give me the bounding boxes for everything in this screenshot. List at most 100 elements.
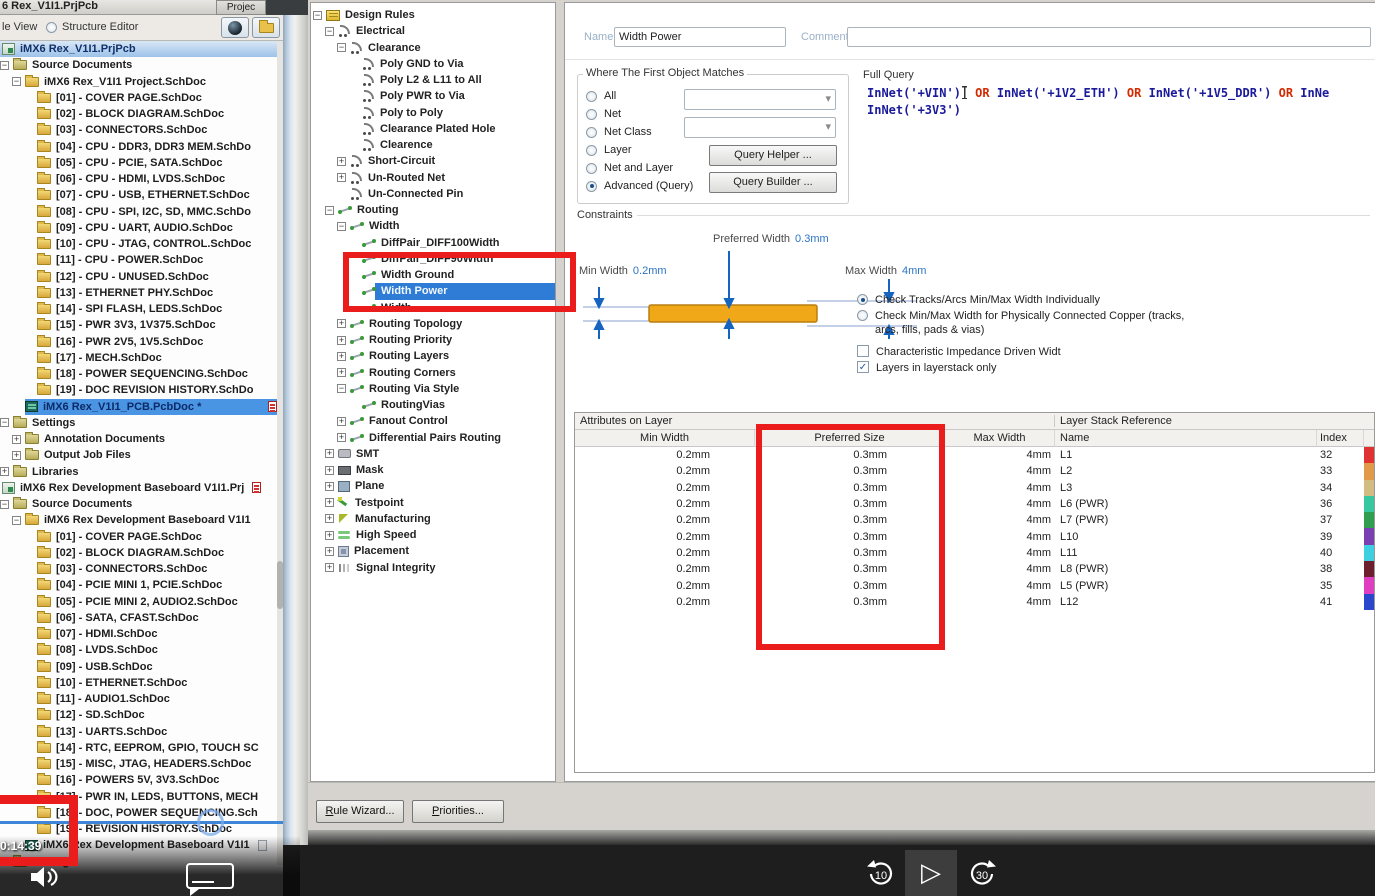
rule-tree-item[interactable]: Un-Connected Pin <box>311 186 555 202</box>
name-input[interactable] <box>614 27 786 47</box>
rule-tree-item[interactable]: +Testpoint <box>311 495 555 511</box>
radio-button[interactable] <box>586 145 597 156</box>
match-option[interactable]: Net and Layer <box>586 159 693 177</box>
tree-item[interactable]: [09] - USB.SchDoc <box>0 659 277 675</box>
match-option[interactable]: Layer <box>586 141 693 159</box>
comment-input[interactable] <box>847 27 1371 47</box>
rule-tree-item[interactable]: +Un-Routed Net <box>311 170 555 186</box>
net-class-dropdown[interactable] <box>684 117 836 138</box>
projects-toolbar-button[interactable] <box>221 17 249 38</box>
preferred-width-value[interactable]: 0.3mm <box>795 233 829 245</box>
tree-item[interactable]: [12] - CPU - UNUSED.SchDoc <box>0 269 277 285</box>
match-option[interactable]: Advanced (Query) <box>586 177 693 195</box>
constraint-check-option[interactable]: ✓Layers in layerstack only <box>857 361 1237 375</box>
rewind-10-button[interactable]: 10 <box>860 856 900 892</box>
rule-tree-item[interactable]: −Design Rules <box>311 7 555 23</box>
structure-editor-radio[interactable] <box>46 22 57 33</box>
rule-wizard-button[interactable]: Rule Wizard... <box>316 800 404 823</box>
table-row[interactable]: 0.2mm0.3mm4mmL334 <box>575 480 1374 496</box>
full-query-text[interactable]: InNet('+VIN') OR InNet('+1V2_ETH') OR In… <box>867 85 1375 119</box>
forward-30-button[interactable]: 30 <box>963 856 1003 892</box>
rule-tree-item[interactable]: −Routing <box>311 202 555 218</box>
table-row[interactable]: 0.2mm0.3mm4mmL6 (PWR)36 <box>575 496 1374 512</box>
tree-item[interactable]: [02] - BLOCK DIAGRAM.SchDoc <box>0 106 277 122</box>
table-row[interactable]: 0.2mm0.3mm4mmL132 <box>575 447 1374 463</box>
expand-toggle-icon[interactable]: − <box>325 27 334 36</box>
expand-toggle-icon[interactable]: + <box>325 449 334 458</box>
priorities-button[interactable]: Priorities... <box>412 800 504 823</box>
expand-toggle-icon[interactable]: + <box>325 466 334 475</box>
tree-item[interactable]: iMX6 Rex Development Baseboard V1I1.Prj <box>0 480 277 496</box>
match-option[interactable]: Net <box>586 105 693 123</box>
tree-item[interactable]: [13] - UARTS.SchDoc <box>0 724 277 740</box>
expand-toggle-icon[interactable]: + <box>325 547 334 556</box>
tree-item[interactable]: [10] - ETHERNET.SchDoc <box>0 675 277 691</box>
rule-tree-item[interactable]: −Routing Via Style <box>311 381 555 397</box>
tree-item[interactable]: [17] - MECH.SchDoc <box>0 350 277 366</box>
projects-panel-button[interactable]: Projec <box>216 0 266 15</box>
table-row[interactable]: 0.2mm0.3mm4mmL8 (PWR)38 <box>575 561 1374 577</box>
rule-tree-item[interactable]: Poly to Poly <box>311 105 555 121</box>
rule-tree-item[interactable]: +Signal Integrity <box>311 560 555 576</box>
expand-toggle-icon[interactable]: + <box>0 467 9 476</box>
tree-item[interactable]: [01] - COVER PAGE.SchDoc <box>0 529 277 545</box>
radio-button[interactable] <box>586 181 597 192</box>
tree-item[interactable]: [15] - MISC, JTAG, HEADERS.SchDoc <box>0 756 277 772</box>
radio-button[interactable] <box>586 109 597 120</box>
tree-item[interactable]: [18] - POWER SEQUENCING.SchDoc <box>0 366 277 382</box>
tree-item[interactable]: [05] - CPU - PCIE, SATA.SchDoc <box>0 155 277 171</box>
col-min-width[interactable]: Min Width <box>575 430 755 447</box>
play-button[interactable]: ▷ <box>905 850 957 896</box>
tree-item[interactable]: +Output Job Files <box>0 447 277 463</box>
rule-tree-item[interactable]: +Routing Topology <box>311 316 555 332</box>
radio-button[interactable] <box>857 294 868 305</box>
expand-toggle-icon[interactable]: + <box>12 435 21 444</box>
expand-toggle-icon[interactable]: + <box>337 173 346 182</box>
tree-item[interactable]: [11] - AUDIO1.SchDoc <box>0 691 277 707</box>
table-row[interactable]: 0.2mm0.3mm4mmL5 (PWR)35 <box>575 577 1374 593</box>
rule-tree-item[interactable]: Clearance Plated Hole <box>311 121 555 137</box>
rule-tree-item[interactable]: +Short-Circuit <box>311 153 555 169</box>
expand-toggle-icon[interactable]: + <box>337 417 346 426</box>
rule-tree-item[interactable]: +Plane <box>311 478 555 494</box>
expand-toggle-icon[interactable]: − <box>0 61 9 70</box>
rule-tree-item[interactable]: +Routing Corners <box>311 365 555 381</box>
checkbox[interactable]: ✓ <box>857 361 869 373</box>
rule-tree-item[interactable]: +Placement <box>311 543 555 559</box>
expand-toggle-icon[interactable]: + <box>325 563 334 572</box>
tree-item[interactable]: [04] - CPU - DDR3, DDR3 MEM.SchDo <box>0 139 277 155</box>
tree-item[interactable]: [06] - SATA, CFAST.SchDoc <box>0 610 277 626</box>
radio-button[interactable] <box>586 163 597 174</box>
tree-item[interactable]: [08] - LVDS.SchDoc <box>0 642 277 658</box>
net-dropdown[interactable] <box>684 89 836 110</box>
expand-toggle-icon[interactable]: + <box>325 498 334 507</box>
table-row[interactable]: 0.2mm0.3mm4mmL7 (PWR)37 <box>575 512 1374 528</box>
rule-tree-item[interactable]: +Routing Priority <box>311 332 555 348</box>
tree-item[interactable]: [11] - CPU - POWER.SchDoc <box>0 252 277 268</box>
tree-item[interactable]: [12] - SD.SchDoc <box>0 707 277 723</box>
tree-item[interactable]: −Settings <box>0 415 277 431</box>
tree-item[interactable]: −iMX6 Rex_V1I1 Project.SchDoc <box>0 74 277 90</box>
table-row[interactable]: 0.2mm0.3mm4mmL1039 <box>575 528 1374 544</box>
expand-toggle-icon[interactable]: − <box>0 418 9 427</box>
min-width-value[interactable]: 0.2mm <box>633 265 667 277</box>
expand-toggle-icon[interactable]: − <box>12 516 21 525</box>
col-index[interactable]: Index <box>1317 430 1364 447</box>
expand-toggle-icon[interactable]: − <box>325 206 334 215</box>
tree-item[interactable]: [15] - PWR 3V3, 1V375.SchDoc <box>0 317 277 333</box>
rule-tree-item[interactable]: Clearence <box>311 137 555 153</box>
tree-item[interactable]: [19] - DOC REVISION HISTORY.SchDo <box>0 382 277 398</box>
expand-toggle-icon[interactable]: + <box>337 157 346 166</box>
tree-item[interactable]: [07] - HDMI.SchDoc <box>0 626 277 642</box>
tree-item[interactable]: [08] - CPU - SPI, I2C, SD, MMC.SchDo <box>0 204 277 220</box>
expand-toggle-icon[interactable]: + <box>325 514 334 523</box>
tree-item[interactable]: [16] - POWERS 5V, 3V3.SchDoc <box>0 772 277 788</box>
tree-item[interactable]: −Source Documents <box>0 57 277 73</box>
expand-toggle-icon[interactable]: + <box>337 433 346 442</box>
constraint-radio-option[interactable]: Check Min/Max Width for Physically Conne… <box>857 309 1237 337</box>
col-max-width[interactable]: Max Width <box>945 430 1055 447</box>
expand-toggle-icon[interactable]: + <box>337 319 346 328</box>
match-option[interactable]: Net Class <box>586 123 693 141</box>
tree-item[interactable]: [03] - CONNECTORS.SchDoc <box>0 561 277 577</box>
tree-item[interactable]: iMX6 Rex_V1I1.PrjPcb <box>0 41 277 57</box>
